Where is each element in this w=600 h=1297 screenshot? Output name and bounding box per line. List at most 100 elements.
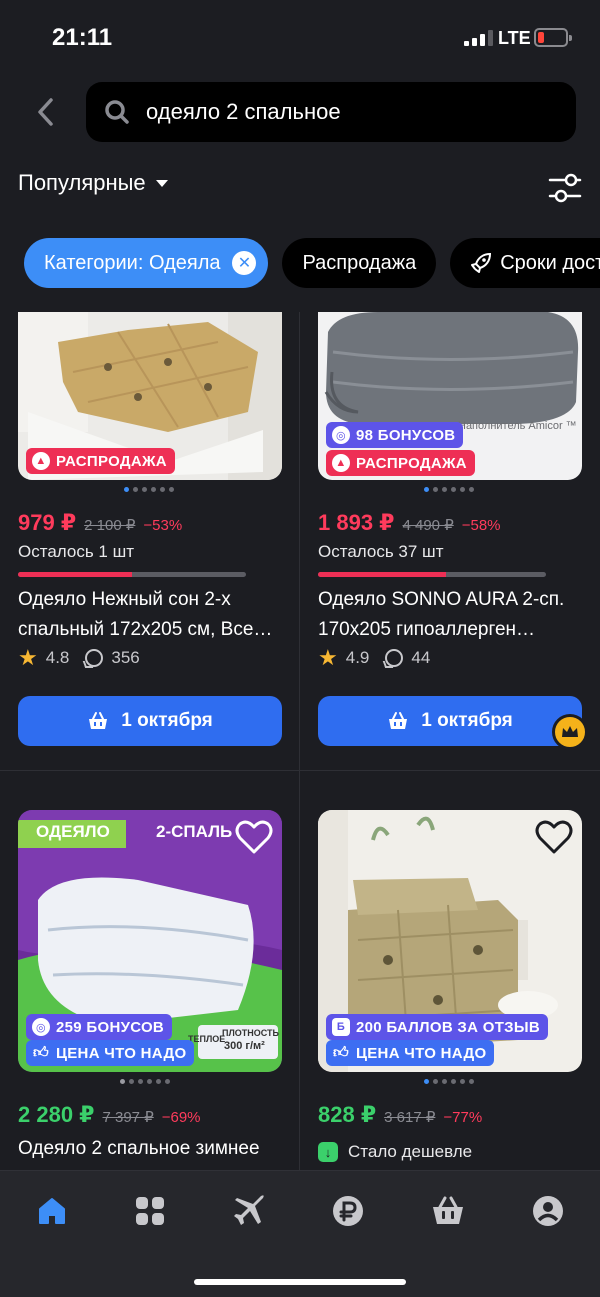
rating-value: 4.8 <box>45 648 70 667</box>
back-button[interactable] <box>30 96 62 128</box>
product-image[interactable]: ▲ РАСПРОДАЖА <box>18 312 282 480</box>
ruble-icon <box>333 1196 363 1226</box>
price-row: 979 ₽ 2 100 ₽ −53% <box>18 510 182 536</box>
chip-delivery[interactable]: Сроки доставки <box>450 238 600 288</box>
tab-bar <box>0 1170 600 1297</box>
battery-icon <box>534 28 572 47</box>
fire-icon: ▲ <box>32 452 50 470</box>
tab-finance[interactable] <box>328 1191 368 1231</box>
crown-icon <box>552 714 588 750</box>
rating-value: 4.9 <box>345 648 370 667</box>
tab-catalog[interactable] <box>130 1191 170 1231</box>
image-pager <box>424 487 474 492</box>
image-caption: Наполнитель Amicor ™ <box>458 420 577 432</box>
stock-left: Осталось 1 шт <box>18 542 135 561</box>
chip-label: Распродажа <box>302 251 417 274</box>
chip-category[interactable]: Категории: Одеяла ✕ <box>24 238 269 288</box>
home-icon <box>39 1198 65 1224</box>
bonus-icon: ◎ <box>332 426 350 444</box>
price-row: 828 ₽ 3 617 ₽ −77% <box>318 1102 482 1128</box>
price-row: 1 893 ₽ 4 490 ₽ −58% <box>318 510 501 536</box>
stock-progress <box>18 572 246 577</box>
catalog-icon <box>136 1197 164 1225</box>
cta-label: 1 октября <box>121 710 213 731</box>
arrow-down-icon: ↓ <box>318 1142 338 1162</box>
cta-label: 1 октября <box>421 710 513 731</box>
stock-progress-fill <box>18 572 132 577</box>
heart-icon[interactable] <box>234 818 274 858</box>
image-density: 300 г/м² <box>224 1040 265 1052</box>
badge-label: 98 БОНУСОВ <box>356 426 456 444</box>
badge-label: 259 БОНУСОВ <box>56 1018 165 1036</box>
price: 979 ₽ <box>18 510 77 535</box>
reviews-count: 356 <box>111 648 140 667</box>
discount: −77% <box>443 1109 483 1126</box>
filter-chips: Категории: Одеяла ✕ Распродажа Сроки дос… <box>24 238 600 288</box>
tab-profile[interactable] <box>528 1191 568 1231</box>
image-pager <box>124 487 174 492</box>
product-card[interactable]: Наполнитель Amicor ™ ◎ 98 БОНУСОВ ▲ РАСП… <box>318 312 588 762</box>
chip-sale[interactable]: Распродажа <box>282 238 437 288</box>
image-size: 2-СПАЛЬ <box>156 822 233 841</box>
add-to-cart-button[interactable]: 1 октября <box>18 696 282 746</box>
bonus-icon: ◎ <box>32 1018 50 1036</box>
review-points-badge: Б 200 БАЛЛОВ ЗА ОТЗЫВ <box>326 1014 548 1040</box>
badge-label: ЦЕНА ЧТО НАДО <box>356 1044 487 1062</box>
price-row: 2 280 ₽ 7 397 ₽ −69% <box>18 1102 201 1128</box>
rating: ★ 4.9 44 <box>318 647 431 669</box>
image-pager <box>424 1079 474 1084</box>
reviews-count: 44 <box>411 648 431 667</box>
signal-icon <box>464 30 493 46</box>
chip-label: Категории: Одеяла <box>44 251 221 274</box>
chevron-left-icon <box>38 98 53 126</box>
product-image[interactable]: Наполнитель Amicor ™ ◎ 98 БОНУСОВ ▲ РАСП… <box>318 312 582 480</box>
tab-home[interactable] <box>32 1191 72 1231</box>
product-grid: ▲ РАСПРОДАЖА 979 ₽ 2 100 ₽ −53% Осталось… <box>0 312 600 1170</box>
rocket-icon <box>471 252 492 273</box>
sort-row: Популярные <box>18 170 583 210</box>
sale-badge: ▲ РАСПРОДАЖА <box>326 450 475 476</box>
stock-left: Осталось 37 шт <box>318 542 444 561</box>
badge-label: 200 БАЛЛОВ ЗА ОТЗЫВ <box>356 1018 540 1036</box>
product-title[interactable]: Одеяло 2 спальное зимнее <box>18 1134 282 1164</box>
thumbs-up-icon: 👍︎ <box>333 1044 349 1061</box>
airplane-icon <box>234 1195 265 1225</box>
product-card[interactable]: ОДЕЯЛО 2-СПАЛЬ ТЕПЛОЕ ПЛОТНОСТЬ 300 г/м²… <box>18 810 282 1170</box>
discount: −69% <box>161 1109 201 1126</box>
price: 1 893 ₽ <box>318 510 395 535</box>
product-card[interactable]: Б 200 БАЛЛОВ ЗА ОТЗЫВ 👍︎ ЦЕНА ЧТО НАДО 8… <box>318 810 582 1170</box>
add-to-cart-button[interactable]: 1 октября <box>318 696 582 746</box>
product-title[interactable]: Одеяло Нежный сон 2-х спальный 172х205 с… <box>18 585 282 645</box>
stock-progress <box>318 572 546 577</box>
sort-dropdown[interactable]: Популярные <box>18 170 583 196</box>
screen: 21:11 LTE одеяло 2 спальное Популярные К… <box>0 0 600 1297</box>
rating: ★ 4.8 356 <box>18 645 140 670</box>
product-title[interactable]: Одеяло SONNO AURA 2-сп. 170х205 гипоалле… <box>318 585 582 645</box>
tab-cart[interactable] <box>428 1191 468 1231</box>
filters-icon[interactable] <box>547 170 583 206</box>
chip-label: Сроки доставки <box>500 251 600 274</box>
product-card[interactable]: ▲ РАСПРОДАЖА 979 ₽ 2 100 ₽ −53% Осталось… <box>18 312 282 762</box>
heart-icon[interactable] <box>534 818 574 858</box>
search-icon <box>105 100 129 124</box>
bonus-badge: ◎ 98 БОНУСОВ <box>326 422 464 448</box>
sale-badge: ▲ РАСПРОДАЖА <box>26 448 175 474</box>
price: 2 280 ₽ <box>18 1102 95 1127</box>
star-icon: ★ <box>18 645 38 670</box>
basket-icon <box>89 712 108 729</box>
search-input[interactable]: одеяло 2 спальное <box>86 82 576 142</box>
image-type: ТЕПЛОЕ <box>188 1034 226 1044</box>
old-price: 4 490 ₽ <box>402 517 454 534</box>
bonus-badge: ◎ 259 БОНУСОВ <box>26 1014 173 1040</box>
badge-label: РАСПРОДАЖА <box>356 454 467 472</box>
points-icon: Б <box>332 1018 350 1036</box>
home-indicator <box>194 1279 406 1285</box>
old-price: 3 617 ₽ <box>384 1109 436 1126</box>
thumbs-up-icon: 👍︎ <box>33 1044 49 1061</box>
price-badge: 👍︎ ЦЕНА ЧТО НАДО <box>326 1040 495 1066</box>
comment-icon <box>385 649 404 667</box>
discount: −53% <box>143 517 183 534</box>
price-badge: 👍︎ ЦЕНА ЧТО НАДО <box>26 1040 195 1066</box>
tab-travel[interactable] <box>230 1191 270 1231</box>
close-icon[interactable]: ✕ <box>232 251 257 275</box>
